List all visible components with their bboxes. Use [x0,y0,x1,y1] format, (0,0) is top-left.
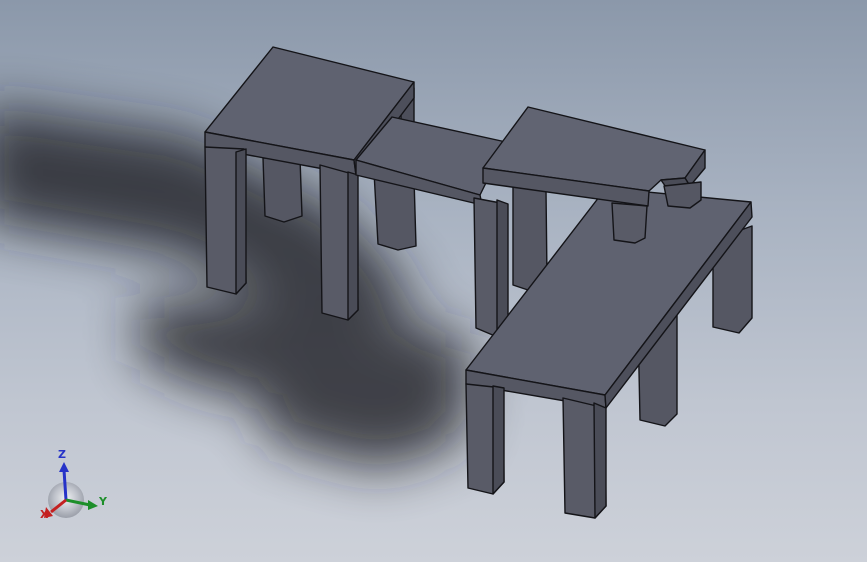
raised-shelf-leg-front[interactable] [611,202,648,244]
right-table-front-leg-right-side[interactable] [593,402,607,519]
model-view[interactable] [0,0,867,562]
triad-y-arrowhead [88,500,98,510]
triad-y-label: Y [99,495,107,508]
triad-z-arrowhead [59,462,69,472]
left-stool-front-leg-left-side[interactable] [235,148,247,295]
triad-z-label: Z [58,448,66,461]
right-table[interactable] [465,187,753,519]
left-stool-front-leg-right-side[interactable] [347,171,359,321]
triad-x-label: X [40,508,49,521]
raised-shelf-leg-back[interactable] [663,181,702,209]
left-stool-back-leg-left[interactable] [262,157,303,223]
orientation-triad[interactable] [44,462,98,518]
graphics-viewport[interactable]: Z Y X [0,0,867,562]
right-table-front-leg-left-side[interactable] [492,385,505,495]
right-table-top[interactable] [465,187,752,396]
bridge-leg-mid-side[interactable] [496,199,509,337]
triad-z-axis [62,469,68,501]
